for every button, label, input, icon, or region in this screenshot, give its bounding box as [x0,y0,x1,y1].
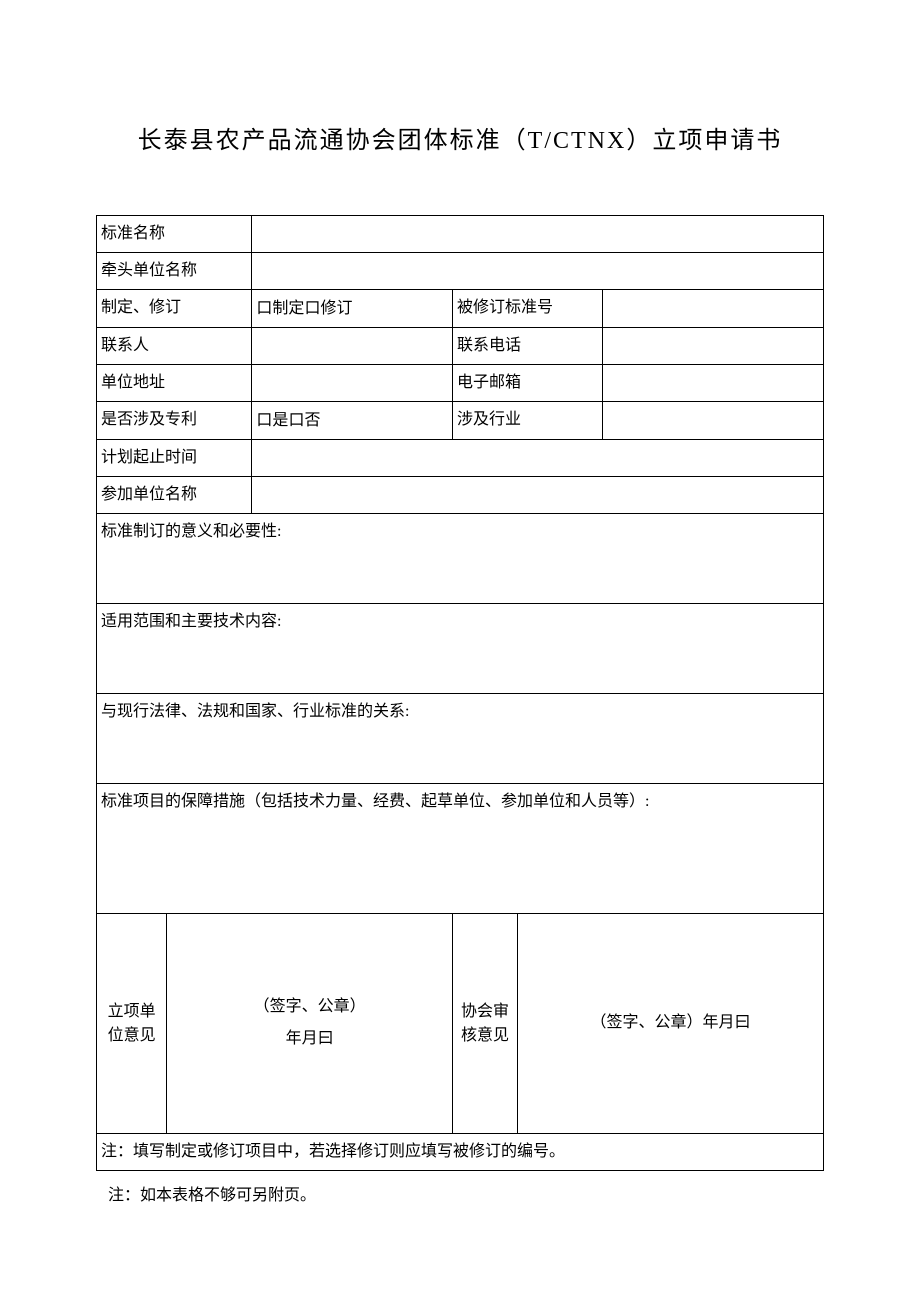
row-patent: 是否涉及专利 口是口否 涉及行业 [97,402,824,440]
row-standard-name: 标准名称 [97,216,824,253]
row-lead-unit: 牵头单位名称 [97,253,824,290]
label-phone: 联系电话 [452,328,602,365]
row-significance: 标准制订的意义和必要性: [97,514,824,604]
row-measures: 标准项目的保障措施（包括技术力量、经费、起草单位、参加单位和人员等）: [97,784,824,914]
value-unit-opinion[interactable]: （签字、公章） 年月曰 [167,914,453,1134]
section-measures[interactable]: 标准项目的保障措施（包括技术力量、经费、起草单位、参加单位和人员等）: [97,784,824,914]
value-contact[interactable] [252,328,453,365]
value-industry[interactable] [603,402,824,440]
value-formulate-revise[interactable]: 口制定口修订 [252,290,453,328]
section-significance[interactable]: 标准制订的意义和必要性: [97,514,824,604]
label-email: 电子邮箱 [452,365,602,402]
label-contact: 联系人 [97,328,252,365]
label-address: 单位地址 [97,365,252,402]
row-opinions: 立项单位意见 （签字、公章） 年月曰 协会审核意见 （签字、公章）年月曰 [97,914,824,1134]
label-industry: 涉及行业 [452,402,602,440]
value-standard-name[interactable] [252,216,824,253]
label-lead-unit: 牵头单位名称 [97,253,252,290]
row-formulate-revise: 制定、修订 口制定口修订 被修订标准号 [97,290,824,328]
label-participants: 参加单位名称 [97,477,252,514]
value-address[interactable] [252,365,453,402]
value-patent[interactable]: 口是口否 [252,402,453,440]
value-assoc-opinion[interactable]: （签字、公章）年月曰 [518,914,824,1134]
label-unit-opinion: 立项单位意见 [97,914,167,1134]
label-assoc-opinion: 协会审核意见 [452,914,517,1134]
value-lead-unit[interactable] [252,253,824,290]
label-revised-no: 被修订标准号 [452,290,602,328]
row-note-in-table: 注：填写制定或修订项目中，若选择修订则应填写被修订的编号。 [97,1134,824,1171]
label-schedule: 计划起止时间 [97,440,252,477]
application-form-table: 标准名称 牵头单位名称 制定、修订 口制定口修订 被修订标准号 联系人 联系电话… [96,215,824,1171]
label-standard-name: 标准名称 [97,216,252,253]
row-address: 单位地址 电子邮箱 [97,365,824,402]
label-formulate-revise: 制定、修订 [97,290,252,328]
value-revised-no[interactable] [603,290,824,328]
row-contact: 联系人 联系电话 [97,328,824,365]
section-scope[interactable]: 适用范围和主要技术内容: [97,604,824,694]
value-phone[interactable] [603,328,824,365]
value-email[interactable] [603,365,824,402]
note-in-table: 注：填写制定或修订项目中，若选择修订则应填写被修订的编号。 [97,1134,824,1171]
value-schedule[interactable] [252,440,824,477]
label-patent: 是否涉及专利 [97,402,252,440]
page-title: 长泰县农产品流通协会团体标准（T/CTNX）立项申请书 [96,120,824,155]
row-schedule: 计划起止时间 [97,440,824,477]
row-participants: 参加单位名称 [97,477,824,514]
section-relation[interactable]: 与现行法律、法规和国家、行业标准的关系: [97,694,824,784]
note-below-table: 注：如本表格不够可另附页。 [96,1171,824,1205]
row-scope: 适用范围和主要技术内容: [97,604,824,694]
row-relation: 与现行法律、法规和国家、行业标准的关系: [97,694,824,784]
value-participants[interactable] [252,477,824,514]
